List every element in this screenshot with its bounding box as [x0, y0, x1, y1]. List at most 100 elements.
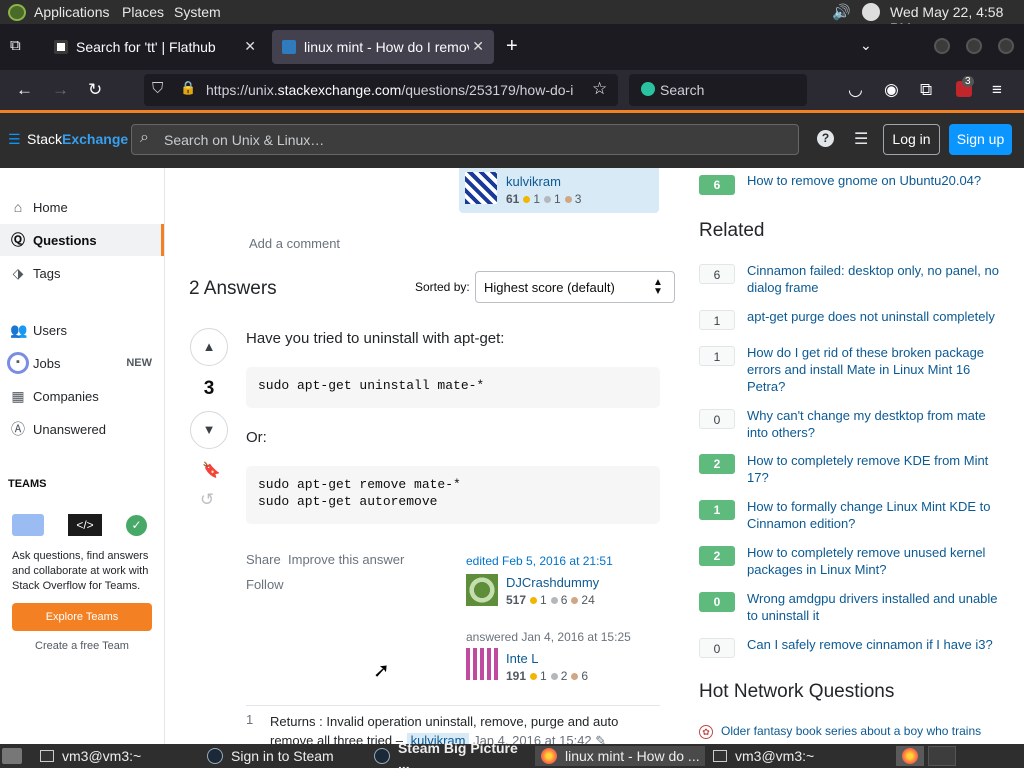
teams-check-icon: ✓	[126, 515, 147, 536]
related-question-link[interactable]: Cinnamon failed: desktop only, no panel,…	[747, 262, 1005, 296]
help-icon[interactable]: ?	[817, 130, 834, 147]
applications-menu[interactable]: Applications	[34, 4, 110, 20]
mouse-cursor-icon: ➚	[373, 660, 390, 682]
steam-tray-icon[interactable]	[862, 3, 880, 21]
taskbar-item-terminal[interactable]: vm3@vm3:~	[707, 746, 877, 766]
sorted-by-label: Sorted by:	[415, 280, 470, 294]
nav-jobs[interactable]: ▪ Jobs NEW	[0, 347, 164, 379]
web-search-bar[interactable]: Search	[629, 74, 807, 106]
url-bar[interactable]: ⛉ 🔒 https://unix.stackexchange.com/quest…	[144, 74, 618, 106]
tag-icon: ⬗	[12, 264, 24, 281]
user-name[interactable]: Inte L	[506, 651, 539, 666]
extensions-icon[interactable]: ⧉	[920, 80, 932, 100]
create-team-link[interactable]: Create a free Team	[12, 640, 152, 652]
user-name[interactable]: DJCrashdummy	[506, 575, 599, 590]
back-icon[interactable]: ←	[16, 80, 33, 100]
comment-score: 1	[246, 712, 254, 727]
taskbar-item-terminal[interactable]: vm3@vm3:~	[34, 746, 199, 766]
nav-home[interactable]: ⌂ Home	[0, 191, 164, 223]
close-tab-icon[interactable]: ✕	[244, 38, 256, 55]
se-logo[interactable]: StackExchange	[27, 131, 128, 147]
related-question-link[interactable]: Why can't change my destktop from mate i…	[747, 407, 1005, 441]
close-tab-icon[interactable]: ✕	[472, 38, 484, 55]
improve-answer-link[interactable]: Improve this answer	[288, 552, 404, 567]
workspace-2[interactable]	[928, 746, 956, 766]
list-tabs-icon[interactable]: ⌄	[860, 37, 872, 54]
nav-unanswered[interactable]: Ⓐ Unanswered	[0, 413, 164, 445]
volume-icon[interactable]: 🔊	[832, 3, 851, 21]
taskbar-item-steam-bigpicture[interactable]: Steam Big Picture ...	[368, 740, 533, 772]
shield-icon[interactable]: ⛉	[152, 80, 163, 97]
new-badge: NEW	[126, 357, 152, 369]
show-desktop-icon[interactable]	[2, 748, 22, 764]
login-button[interactable]: Log in	[883, 124, 940, 155]
minimize-button[interactable]	[934, 38, 950, 54]
avatar[interactable]	[465, 172, 497, 204]
teams-chat-icon	[12, 514, 44, 536]
user-name[interactable]: kulvikram	[506, 174, 561, 189]
tab-overview-icon[interactable]: ⧉	[10, 37, 21, 54]
site-switcher-icon[interactable]: ☰	[854, 129, 868, 149]
bookmark-icon[interactable]: 🔖	[202, 461, 221, 479]
downvote-button[interactable]: ▼	[190, 411, 228, 449]
user-stats: 61 1 1 3	[506, 192, 582, 206]
places-menu[interactable]: Places	[122, 4, 164, 20]
explore-teams-button[interactable]: Explore Teams	[12, 603, 152, 631]
forward-icon[interactable]: →	[52, 80, 69, 100]
add-comment-link[interactable]: Add a comment	[249, 236, 340, 251]
answer-intro: Have you tried to uninstall with apt-get…	[246, 330, 505, 347]
related-score: 2	[699, 454, 735, 474]
close-window-button[interactable]	[998, 38, 1014, 54]
hamburger-menu-icon[interactable]: ≡	[992, 80, 1002, 100]
nav-users[interactable]: 👥 Users	[0, 314, 164, 346]
hot-question-link[interactable]: Older fantasy book series about a boy wh…	[721, 724, 981, 738]
unanswered-icon: Ⓐ	[11, 421, 25, 437]
linked-score: 6	[699, 175, 735, 195]
answered-label: answered Jan 4, 2016 at 15:25	[466, 630, 631, 644]
system-menu[interactable]: System	[174, 4, 221, 20]
related-score: 2	[699, 546, 735, 566]
edited-label[interactable]: edited Feb 5, 2016 at 21:51	[466, 554, 613, 568]
related-question-link[interactable]: Wrong amdgpu drivers installed and unabl…	[747, 590, 1005, 624]
pocket-icon[interactable]: ◡	[848, 80, 863, 100]
nav-tags[interactable]: ⬗ Tags	[0, 257, 164, 289]
history-icon[interactable]: ↺	[200, 490, 214, 510]
sort-select[interactable]: Highest score (default) ▲ ▼	[475, 271, 675, 303]
teams-code-icon: </>	[68, 514, 102, 536]
taskbar-item-firefox[interactable]: linux mint - How do ...	[535, 746, 705, 766]
related-question-link[interactable]: How to formally change Linux Mint KDE to…	[747, 498, 1005, 532]
related-question-link[interactable]: How do I get rid of these broken package…	[747, 344, 1005, 395]
upvote-button[interactable]: ▲	[190, 328, 228, 366]
nav-companies[interactable]: ▦ Companies	[0, 380, 164, 412]
taskbar-item-steam-signin[interactable]: Sign in to Steam	[201, 746, 366, 766]
new-tab-button[interactable]: +	[506, 35, 518, 58]
signup-button[interactable]: Sign up	[949, 124, 1012, 155]
related-question-link[interactable]: apt-get purge does not uninstall complet…	[747, 308, 1005, 325]
related-question-link[interactable]: How to completely remove KDE from Mint 1…	[747, 452, 1005, 486]
lock-icon[interactable]: 🔒	[180, 80, 196, 96]
related-question-link[interactable]: Can I safely remove cinnamon if I have i…	[747, 636, 1005, 653]
tab-stackexchange[interactable]: linux mint - How do I remove ✕	[272, 30, 494, 64]
user-stats: 191 1 2 6	[506, 669, 589, 683]
account-icon[interactable]: ◉	[884, 80, 899, 100]
bookmark-star-icon[interactable]: ☆	[592, 79, 607, 99]
site-icon: ✿	[699, 725, 713, 739]
site-search-input[interactable]: ⌕ Search on Unix & Linux…	[131, 124, 799, 155]
mint-logo-icon[interactable]	[8, 4, 26, 21]
related-heading: Related	[699, 220, 765, 241]
reload-icon[interactable]: ↻	[88, 80, 102, 100]
linked-question-link[interactable]: How to remove gnome on Ubuntu20.04?	[747, 172, 1005, 189]
jobs-icon: ▪	[7, 352, 29, 374]
code-block: sudo apt-get remove mate-* sudo apt-get …	[246, 466, 660, 524]
avatar[interactable]	[466, 648, 498, 680]
avatar[interactable]	[466, 574, 498, 606]
share-link[interactable]: Share	[246, 552, 281, 567]
url-text[interactable]: https://unix.stackexchange.com/questions…	[206, 82, 581, 98]
tab-flathub[interactable]: Search for 'tt' | Flathub ✕	[44, 30, 266, 64]
se-favicon-icon	[282, 40, 296, 54]
related-question-link[interactable]: How to completely remove unused kernel p…	[747, 544, 1005, 578]
nav-questions[interactable]: Ⓠ Questions	[0, 224, 164, 256]
workspace-switcher[interactable]	[896, 746, 924, 766]
maximize-button[interactable]	[966, 38, 982, 54]
follow-link[interactable]: Follow	[246, 577, 284, 592]
